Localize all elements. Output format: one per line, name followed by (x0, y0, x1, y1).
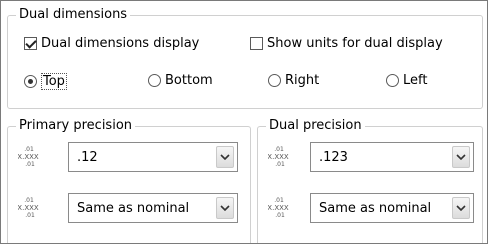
dimension-options-panel: Dual dimensions Dual dimensions display … (0, 0, 488, 244)
dual-dimensions-group: Dual dimensions Dual dimensions display … (7, 7, 483, 109)
chevron-down-icon[interactable] (452, 197, 470, 219)
primary-precision-select[interactable]: .12 (68, 142, 238, 172)
radio-unselected-icon[interactable] (148, 74, 161, 87)
chevron-down-icon[interactable] (216, 146, 234, 168)
checkbox-checked-icon[interactable] (24, 37, 37, 50)
primary-tolerance-select[interactable]: Same as nominal (68, 193, 238, 223)
checkbox-unchecked-icon[interactable] (250, 37, 263, 50)
svg-text:X.XXX: X.XXX (268, 204, 289, 212)
primary-precision-value: .12 (77, 149, 98, 165)
svg-text:.01: .01 (274, 146, 284, 153)
chevron-down-icon[interactable] (452, 146, 470, 168)
dual-tolerance-select[interactable]: Same as nominal (310, 193, 474, 223)
dual-precision-icon: .01 X.XXX .01 (268, 146, 289, 167)
svg-text:X.XXX: X.XXX (18, 153, 39, 161)
svg-text:.01: .01 (275, 161, 285, 167)
show-units-dual-checkbox[interactable]: Show units for dual display (250, 36, 443, 51)
radio-top[interactable]: Top (24, 73, 67, 90)
radio-left-label: Left (403, 73, 428, 88)
svg-text:.01: .01 (274, 197, 284, 204)
primary-precision-legend: Primary precision (16, 118, 136, 134)
dual-precision-value: .123 (319, 149, 348, 165)
svg-text:X.XXX: X.XXX (268, 153, 289, 161)
dual-dimensions-display-checkbox[interactable]: Dual dimensions display (24, 36, 199, 51)
radio-bottom[interactable]: Bottom (148, 73, 213, 88)
chevron-down-icon[interactable] (216, 197, 234, 219)
radio-top-label: Top (41, 73, 67, 90)
primary-precision-group: Primary precision .01 X.XXX .01 .12 .01 … (7, 118, 251, 243)
radio-right[interactable]: Right (268, 73, 319, 88)
radio-unselected-icon[interactable] (268, 74, 281, 87)
svg-text:.01: .01 (25, 161, 35, 167)
svg-text:.01: .01 (24, 146, 34, 153)
radio-unselected-icon[interactable] (386, 74, 399, 87)
svg-text:X.XXX: X.XXX (18, 204, 39, 212)
radio-selected-icon[interactable] (24, 75, 37, 88)
primary-tolerance-precision-icon: .01 X.XXX .01 (18, 197, 39, 218)
svg-text:.01: .01 (275, 212, 285, 218)
dual-precision-legend: Dual precision (266, 118, 365, 134)
radio-bottom-label: Bottom (165, 73, 213, 88)
dual-tolerance-precision-icon: .01 X.XXX .01 (268, 197, 289, 218)
dual-dimensions-display-label: Dual dimensions display (41, 36, 200, 51)
svg-text:.01: .01 (24, 197, 34, 204)
primary-tolerance-value: Same as nominal (77, 200, 190, 216)
show-units-dual-label: Show units for dual display (267, 36, 443, 51)
primary-precision-icon: .01 X.XXX .01 (18, 146, 39, 167)
dual-tolerance-value: Same as nominal (319, 200, 432, 216)
radio-left[interactable]: Left (386, 73, 427, 88)
dual-dimensions-legend: Dual dimensions (16, 7, 131, 23)
dual-precision-select[interactable]: .123 (310, 142, 474, 172)
dual-precision-group: Dual precision .01 X.XXX .01 .123 .01 X.… (257, 118, 483, 243)
radio-right-label: Right (285, 73, 320, 88)
svg-text:.01: .01 (25, 212, 35, 218)
